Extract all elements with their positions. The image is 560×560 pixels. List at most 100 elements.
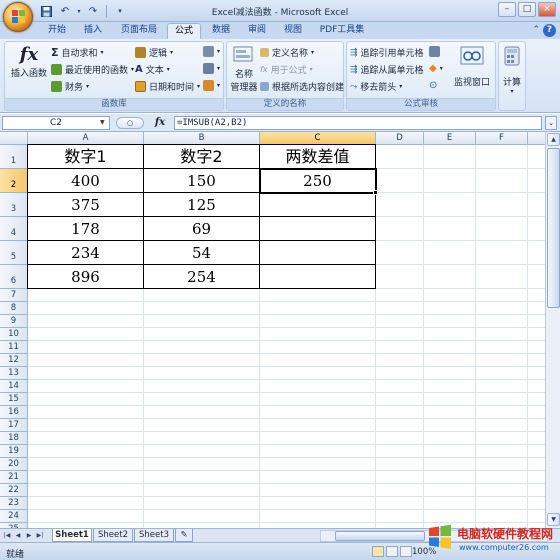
formula-input[interactable]: =IMSUB(A2,B2) xyxy=(174,116,542,130)
row-header[interactable]: 15 xyxy=(0,393,28,406)
grid-cell[interactable] xyxy=(260,393,376,406)
grid-cell[interactable] xyxy=(376,265,424,289)
tab-insert[interactable]: 插入 xyxy=(76,23,110,39)
logical-button[interactable]: 逻辑 ▾ xyxy=(135,46,173,59)
evaluate-formula-button[interactable]: ⊙ xyxy=(429,80,437,91)
row-header[interactable]: 24 xyxy=(0,510,28,523)
office-button[interactable] xyxy=(3,2,33,32)
grid-cell[interactable] xyxy=(376,393,424,406)
tab-review[interactable]: 审阅 xyxy=(240,23,274,39)
grid-cell[interactable] xyxy=(28,406,144,419)
tab-home[interactable]: 开始 xyxy=(40,23,74,39)
grid-cell[interactable] xyxy=(476,497,528,510)
grid-cell[interactable] xyxy=(424,497,476,510)
grid-cell[interactable] xyxy=(476,419,528,432)
row-header[interactable]: 18 xyxy=(0,432,28,445)
grid-cell[interactable] xyxy=(144,406,260,419)
grid-cell[interactable] xyxy=(528,145,545,169)
math-trig-button[interactable]: ▾ xyxy=(203,63,220,74)
grid-cell[interactable] xyxy=(476,458,528,471)
grid-cell[interactable] xyxy=(528,289,545,302)
vertical-scroll-thumb[interactable] xyxy=(547,148,560,308)
worksheet-grid[interactable]: A B C D E F 1 2 3 4 5 6 7 8 9 10 11 12 13 14 15 16 17 18 1… xyxy=(0,132,545,528)
datetime-button[interactable]: 日期和时间 ▾ xyxy=(135,80,200,93)
grid-cell[interactable] xyxy=(528,497,545,510)
prev-sheet-icon[interactable]: ◀ xyxy=(13,531,23,541)
grid-cell[interactable] xyxy=(528,169,545,193)
grid-cell[interactable] xyxy=(528,315,545,328)
grid-cell[interactable] xyxy=(528,406,545,419)
financial-button[interactable]: 财务 ▾ xyxy=(51,80,89,93)
grid-cell[interactable] xyxy=(376,484,424,497)
grid-cell[interactable] xyxy=(376,241,424,265)
grid-cell[interactable] xyxy=(376,445,424,458)
text-functions-button[interactable]: A 文本 ▾ xyxy=(135,63,170,76)
grid-cell[interactable] xyxy=(424,471,476,484)
formula-bar-resize-handle[interactable]: ○ xyxy=(116,117,144,129)
grid-cell[interactable] xyxy=(424,341,476,354)
grid-cell[interactable] xyxy=(424,289,476,302)
insert-function-button[interactable]: fx 插入函数 xyxy=(9,44,49,79)
column-header-g[interactable] xyxy=(528,132,545,145)
grid-cell[interactable] xyxy=(144,367,260,380)
row-header[interactable]: 22 xyxy=(0,484,28,497)
grid-cell[interactable] xyxy=(376,419,424,432)
sheet-tab-sheet1[interactable]: Sheet1 xyxy=(52,529,92,542)
row-header[interactable]: 9 xyxy=(0,315,28,328)
grid-cell[interactable] xyxy=(260,510,376,523)
grid-cell[interactable] xyxy=(260,484,376,497)
grid-cell[interactable] xyxy=(476,341,528,354)
grid-cell[interactable] xyxy=(476,145,528,169)
name-manager-button[interactable]: 名称 管理器 xyxy=(229,44,259,93)
grid-cell[interactable] xyxy=(528,354,545,367)
grid-cell[interactable] xyxy=(528,241,545,265)
tab-data[interactable]: 数据 xyxy=(204,23,238,39)
grid-cell[interactable] xyxy=(528,419,545,432)
grid-cell[interactable] xyxy=(144,497,260,510)
grid-cell[interactable] xyxy=(528,302,545,315)
grid-cell[interactable] xyxy=(376,354,424,367)
first-sheet-icon[interactable]: |◀ xyxy=(2,531,12,541)
help-icon[interactable]: ? xyxy=(543,24,556,37)
grid-cell[interactable] xyxy=(260,367,376,380)
grid-cell[interactable] xyxy=(424,193,476,217)
table-cell[interactable]: 54 xyxy=(144,241,260,265)
grid-cell[interactable] xyxy=(376,315,424,328)
vertical-scrollbar[interactable]: ▲ ▼ xyxy=(545,132,560,528)
grid-cell[interactable] xyxy=(424,484,476,497)
row-header[interactable]: 10 xyxy=(0,328,28,341)
grid-cell[interactable] xyxy=(528,367,545,380)
grid-cell[interactable] xyxy=(476,380,528,393)
table-cell[interactable]: 125 xyxy=(144,193,260,217)
grid-cell[interactable] xyxy=(476,354,528,367)
grid-cell[interactable] xyxy=(476,193,528,217)
page-break-view-icon[interactable] xyxy=(400,546,412,557)
grid-cell[interactable] xyxy=(528,393,545,406)
grid-cell[interactable] xyxy=(144,302,260,315)
grid-cell[interactable] xyxy=(376,406,424,419)
sheet-tab-sheet3[interactable]: Sheet3 xyxy=(134,529,174,542)
row-header[interactable]: 13 xyxy=(0,367,28,380)
grid-cell[interactable] xyxy=(476,302,528,315)
row-header[interactable]: 8 xyxy=(0,302,28,315)
row-header[interactable]: 3 xyxy=(0,193,28,217)
row-header[interactable]: 7 xyxy=(0,289,28,302)
restore-button[interactable]: □ xyxy=(518,2,536,17)
horizontal-scroll-thumb[interactable] xyxy=(335,531,425,541)
grid-cell[interactable] xyxy=(376,458,424,471)
grid-cell[interactable] xyxy=(28,393,144,406)
insert-sheet-icon[interactable]: ✎ xyxy=(175,529,193,542)
grid-cell[interactable] xyxy=(144,315,260,328)
grid-cell[interactable] xyxy=(28,380,144,393)
grid-cell[interactable] xyxy=(260,315,376,328)
grid-cell[interactable] xyxy=(260,328,376,341)
table-cell[interactable] xyxy=(260,241,376,265)
grid-cell[interactable] xyxy=(376,328,424,341)
grid-cell[interactable] xyxy=(424,458,476,471)
tab-page-layout[interactable]: 页面布局 xyxy=(112,23,166,39)
grid-cell[interactable] xyxy=(528,341,545,354)
create-from-selection-button[interactable]: 根据所选内容创建 xyxy=(260,80,344,93)
grid-cell[interactable] xyxy=(28,289,144,302)
grid-cell[interactable] xyxy=(528,217,545,241)
row-header[interactable]: 12 xyxy=(0,354,28,367)
